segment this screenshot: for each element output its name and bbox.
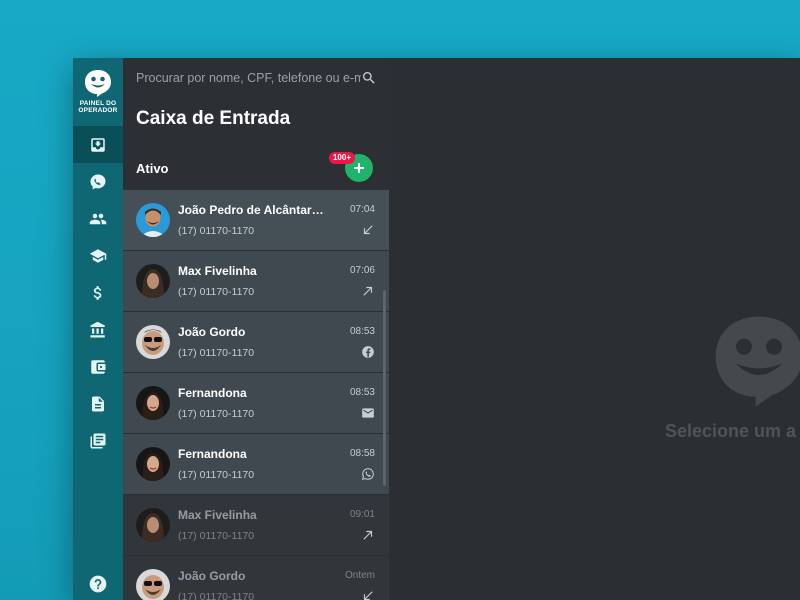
avatar bbox=[136, 447, 170, 481]
people-icon bbox=[89, 213, 107, 224]
rail-item-chat[interactable] bbox=[73, 163, 123, 200]
page-title: Caixa de Entrada bbox=[136, 108, 291, 129]
conversation-time: Ontem bbox=[344, 569, 375, 581]
rail-item-reports[interactable] bbox=[73, 422, 123, 459]
rail-item-documents[interactable] bbox=[73, 385, 123, 422]
avatar bbox=[136, 386, 170, 420]
contact-phone: (17) 01170-1170 bbox=[178, 347, 255, 359]
search-bar bbox=[123, 58, 389, 98]
conversation-meta: 08:53 bbox=[325, 326, 375, 359]
conversation-meta: 07:06 bbox=[325, 265, 375, 298]
contact-name: Fernandona bbox=[178, 447, 247, 461]
wallet-icon bbox=[91, 359, 106, 374]
conversation-info: João Gordo (17) 01170-1170 bbox=[178, 569, 325, 600]
contact-name: João Pedro de Alcântara Aguiar bbox=[178, 203, 325, 217]
incoming-call-icon bbox=[363, 224, 373, 234]
school-icon bbox=[89, 248, 107, 263]
conversation-time: 07:04 bbox=[349, 203, 375, 215]
contact-phone: (17) 01170-1170 bbox=[178, 591, 255, 600]
contact-name: João Gordo bbox=[178, 325, 246, 339]
conversation-info: Fernandona (17) 01170-1170 bbox=[178, 386, 325, 420]
conversation-item[interactable]: Fernandona (17) 01170-1170 08:58 bbox=[123, 434, 389, 495]
conversation-meta: 08:53 bbox=[325, 387, 375, 420]
side-rail: PAINEL DO OPERADOR bbox=[73, 58, 123, 600]
unread-count-badge: 100+ bbox=[328, 152, 355, 164]
conversation-info: João Gordo (17) 01170-1170 bbox=[178, 325, 325, 359]
phone-chat-icon bbox=[90, 174, 106, 189]
rail-item-finance[interactable] bbox=[73, 274, 123, 311]
email-icon bbox=[362, 407, 374, 418]
list-scrollbar[interactable] bbox=[383, 290, 386, 486]
whatsapp-icon bbox=[362, 467, 374, 480]
conversation-time: 09:01 bbox=[349, 508, 375, 520]
rail-item-wallet[interactable] bbox=[73, 348, 123, 385]
outgoing-call-icon bbox=[363, 530, 373, 540]
conversation-item[interactable]: João Gordo (17) 01170-1170 Ontem bbox=[123, 556, 389, 600]
conversation-list: João Pedro de Alcântara Aguiar (17) 0117… bbox=[123, 190, 389, 600]
conversation-meta: 08:58 bbox=[325, 448, 375, 481]
newspaper-icon bbox=[90, 433, 106, 448]
conversation-item[interactable]: Fernandona (17) 01170-1170 08:53 bbox=[123, 373, 389, 434]
contact-phone: (17) 01170-1170 bbox=[178, 408, 255, 420]
filter-label[interactable]: Ativo bbox=[136, 161, 344, 176]
contact-name: João Gordo bbox=[178, 569, 246, 583]
conversation-time: 08:58 bbox=[349, 447, 375, 459]
conversation-detail: Selecione um a bbox=[389, 58, 800, 600]
conversation-meta: 09:01 bbox=[325, 509, 375, 542]
empty-state-text: Selecione um a bbox=[665, 421, 797, 441]
rail-item-inbox[interactable] bbox=[73, 126, 123, 163]
document-icon bbox=[92, 396, 104, 411]
brand-name-line2: OPERADOR bbox=[78, 107, 118, 114]
app-window: PAINEL DO OPERADOR Procurar por nome, CP… bbox=[73, 58, 800, 600]
dollar-icon bbox=[93, 285, 102, 300]
conversation-info: Max Fivelinha (17) 01170-1170 bbox=[178, 264, 325, 298]
contact-name: Max Fivelinha bbox=[178, 264, 257, 278]
conversation-time: 07:06 bbox=[349, 264, 375, 276]
avatar bbox=[136, 325, 170, 359]
search-input[interactable] bbox=[136, 71, 361, 85]
bank-icon bbox=[90, 321, 105, 337]
avatar bbox=[136, 203, 170, 237]
page-title-area: Caixa de Entrada bbox=[123, 98, 389, 146]
avatar bbox=[136, 569, 170, 600]
conversation-item[interactable]: Max Fivelinha (17) 01170-1170 07:06 bbox=[123, 251, 389, 312]
conversation-time: 08:53 bbox=[349, 325, 375, 337]
conversation-item[interactable]: João Pedro de Alcântara Aguiar (17) 0117… bbox=[123, 190, 389, 251]
contact-phone: (17) 01170-1170 bbox=[178, 469, 255, 481]
status-filter: Ativo 100+ bbox=[123, 146, 389, 190]
conversation-time: 08:53 bbox=[349, 386, 375, 398]
conversation-meta: 07:04 bbox=[325, 204, 375, 237]
rail-item-bank[interactable] bbox=[73, 311, 123, 348]
contact-name: Max Fivelinha bbox=[178, 508, 257, 522]
conversation-info: João Pedro de Alcântara Aguiar (17) 0117… bbox=[178, 203, 325, 237]
contact-phone: (17) 01170-1170 bbox=[178, 286, 255, 298]
search-icon[interactable] bbox=[361, 70, 377, 86]
conversation-panel: Caixa de Entrada Ativo 100+ Jo bbox=[123, 58, 389, 600]
outgoing-call-icon bbox=[363, 286, 373, 296]
brand-name-line1: PAINEL DO bbox=[79, 100, 117, 107]
conversation-meta: Ontem bbox=[325, 570, 375, 600]
avatar bbox=[136, 508, 170, 542]
conversation-info: Fernandona (17) 01170-1170 bbox=[178, 447, 325, 481]
conversation-item[interactable]: João Gordo (17) 01170-1170 08:53 bbox=[123, 312, 389, 373]
brand-name: PAINEL DO OPERADOR bbox=[78, 100, 117, 114]
rail-item-people[interactable] bbox=[73, 200, 123, 237]
contact-name: Fernandona bbox=[178, 386, 247, 400]
contact-phone: (17) 01170-1170 bbox=[178, 530, 255, 542]
contact-phone: (17) 01170-1170 bbox=[178, 225, 255, 237]
empty-state-logo-icon bbox=[715, 316, 800, 407]
plus-icon bbox=[354, 163, 364, 173]
avatar bbox=[136, 264, 170, 298]
inbox-icon bbox=[91, 137, 105, 152]
brand: PAINEL DO OPERADOR bbox=[73, 58, 123, 126]
logo-icon bbox=[85, 70, 111, 97]
help-icon[interactable] bbox=[88, 574, 108, 594]
rail-item-school[interactable] bbox=[73, 237, 123, 274]
incoming-call-icon bbox=[363, 590, 373, 600]
conversation-item[interactable]: Max Fivelinha (17) 01170-1170 09:01 bbox=[123, 495, 389, 556]
facebook-icon bbox=[362, 345, 374, 358]
conversation-info: Max Fivelinha (17) 01170-1170 bbox=[178, 508, 325, 542]
